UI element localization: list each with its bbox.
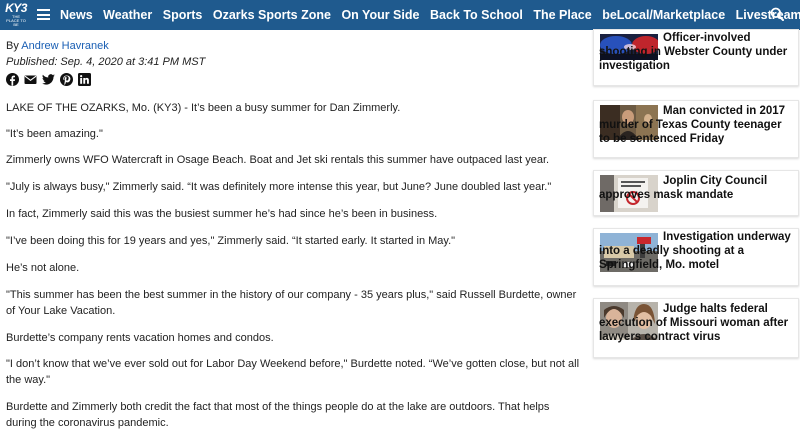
nav-item-livestream[interactable]: Livestream: [736, 8, 800, 22]
nav-item-sports[interactable]: Sports: [163, 8, 203, 22]
byline: By Andrew Havranek: [6, 40, 109, 52]
nav-item-belocal-marketplace[interactable]: beLocal/Marketplace: [602, 8, 725, 22]
nav-item-back-to-school[interactable]: Back To School: [430, 8, 523, 22]
search-icon[interactable]: [770, 7, 784, 21]
twitter-icon[interactable]: [42, 73, 55, 86]
story-headline[interactable]: Joplin City Council approves mask mandat…: [599, 174, 794, 202]
logo-text: KY3: [5, 1, 27, 15]
nav-item-on-your-side[interactable]: On Your Side: [341, 8, 419, 22]
story-headline[interactable]: Officer-involved shooting in Webster Cou…: [599, 31, 794, 73]
hamburger-menu-icon[interactable]: [37, 9, 50, 20]
article-paragraph: In fact, Zimmerly said this was the busi…: [6, 208, 438, 220]
article-paragraph: "I’ve been doing this for 19 years and y…: [6, 235, 456, 247]
byline-prefix: By: [6, 40, 22, 52]
author-link[interactable]: Andrew Havranek: [21, 40, 108, 52]
pinterest-icon[interactable]: [60, 73, 73, 86]
article-paragraph: "It’s been amazing.": [6, 128, 103, 140]
article-paragraph: Burdette’s company rents vacation homes …: [6, 332, 274, 344]
story-headline[interactable]: Man convicted in 2017 murder of Texas Co…: [599, 104, 794, 146]
article-paragraph: "July is always busy," Zimmerly said. “I…: [6, 181, 552, 193]
nav-item-weather[interactable]: Weather: [103, 8, 152, 22]
nav-item-news[interactable]: News: [60, 8, 93, 22]
article-paragraph: Burdette and Zimmerly both credit the fa…: [6, 401, 550, 429]
facebook-icon[interactable]: [6, 73, 19, 86]
article-paragraph: Zimmerly owns WFO Watercraft in Osage Be…: [6, 154, 550, 166]
article-paragraph: He’s not alone.: [6, 262, 80, 274]
story-headline[interactable]: Judge halts federal execution of Missour…: [599, 302, 794, 344]
sidebar-story-card[interactable]: Officer-involved shooting in Webster Cou…: [593, 29, 799, 86]
nav-item-the-place[interactable]: The Place: [533, 8, 591, 22]
logo-tagline: THE PLACE TO BE: [6, 14, 26, 27]
sidebar-story-card[interactable]: Man convicted in 2017 murder of Texas Co…: [593, 100, 799, 158]
linkedin-icon[interactable]: [78, 73, 91, 86]
article-paragraph: "This summer has been the best summer in…: [6, 289, 577, 317]
site-logo[interactable]: KY3 THE PLACE TO BE: [5, 2, 27, 28]
nav-item-ozarks-sports-zone[interactable]: Ozarks Sports Zone: [213, 8, 331, 22]
sidebar-story-card[interactable]: Joplin City Council approves mask mandat…: [593, 170, 799, 216]
email-icon[interactable]: [24, 73, 37, 86]
published-date: Published: Sep. 4, 2020 at 3:41 PM MST: [6, 56, 206, 68]
story-headline[interactable]: Investigation underway into a deadly sho…: [599, 230, 794, 272]
top-nav-bar: KY3 THE PLACE TO BE News Weather Sports …: [0, 0, 800, 30]
share-bar: [6, 73, 96, 86]
sidebar-story-card[interactable]: Investigation underway into a deadly sho…: [593, 228, 799, 286]
article-paragraph: "I don’t know that we’ve ever sold out f…: [6, 358, 580, 386]
sidebar-story-card[interactable]: Judge halts federal execution of Missour…: [593, 298, 799, 358]
main-nav: News Weather Sports Ozarks Sports Zone O…: [60, 0, 800, 30]
article-paragraph: LAKE OF THE OZARKS, Mo. (KY3) - It’s bee…: [6, 102, 401, 114]
